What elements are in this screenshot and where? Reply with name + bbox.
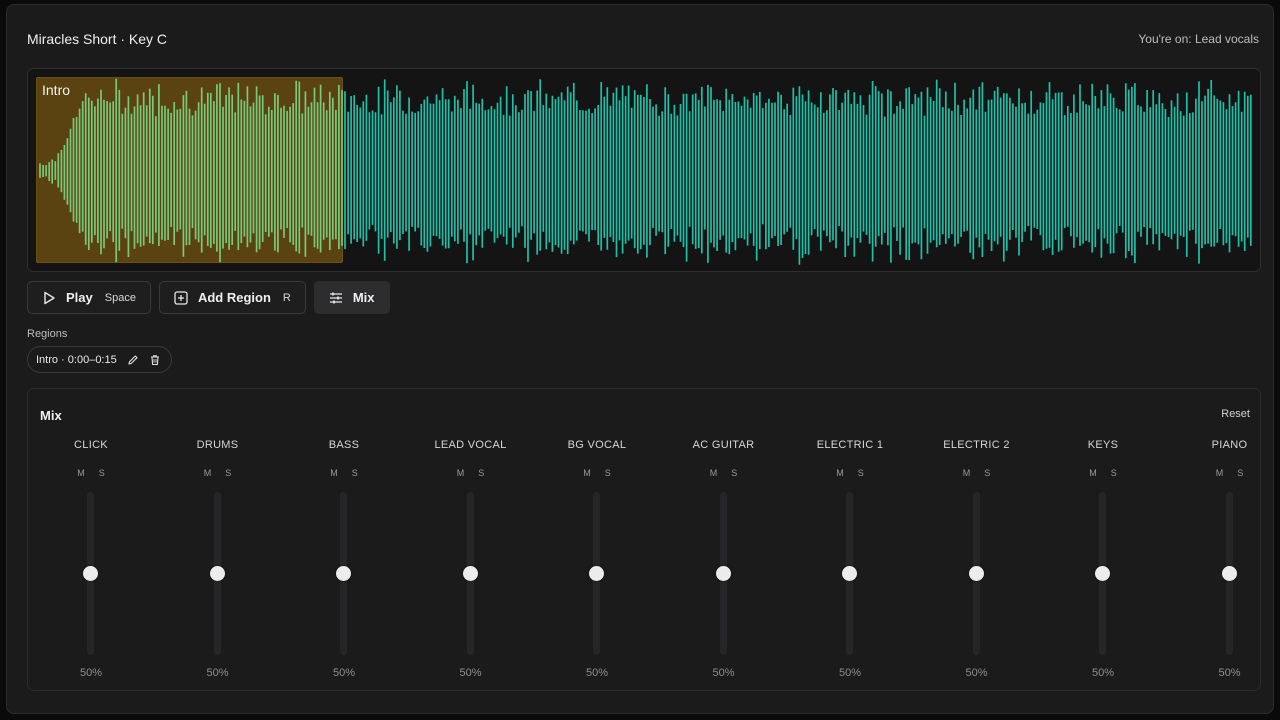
volume-fader-handle[interactable] — [336, 566, 351, 581]
mute-solo-group: MS — [1053, 468, 1153, 478]
volume-fader-handle[interactable] — [1221, 566, 1237, 581]
mute-solo-group: MS — [1180, 468, 1280, 478]
channel-strip: KEYS M S 50% — [1053, 389, 1153, 692]
solo-button[interactable]: S — [225, 468, 231, 478]
mute-button[interactable]: M — [710, 468, 718, 478]
volume-fader-handle[interactable] — [462, 566, 478, 581]
channel-strip: LEAD VOCAL M S 50% — [421, 389, 521, 692]
waveform-view[interactable]: Intro — [27, 68, 1261, 272]
mute-solo-group: MS — [927, 468, 1027, 478]
volume-value: 50% — [965, 667, 988, 679]
channel-name: BG VOCAL — [567, 439, 627, 451]
volume-fader-handle[interactable] — [715, 566, 731, 581]
channel-strip: BASS M S 50% — [294, 389, 394, 692]
play-label: Play — [66, 290, 93, 305]
mute-solo-group: MS — [41, 468, 141, 478]
channel-name: ELECTRIC 1 — [816, 439, 884, 451]
play-shortcut: Space — [104, 291, 136, 304]
volume-value: 50% — [1218, 667, 1241, 679]
add-region-button[interactable]: Add Region R — [158, 281, 306, 314]
mix-label: Mix — [352, 290, 375, 305]
volume-value: 50% — [585, 667, 609, 679]
volume-value: 50% — [838, 667, 862, 679]
sliders-icon — [329, 292, 342, 303]
channel-name: CLICK — [74, 439, 108, 451]
mute-solo-group: MS — [800, 468, 900, 478]
pencil-icon[interactable] — [127, 354, 139, 366]
waveform[interactable] — [28, 69, 1261, 272]
volume-value: 50% — [206, 667, 229, 679]
channel-strip: ELECTRIC 1 M S 50% — [800, 389, 900, 692]
channel-name: LEAD VOCAL — [434, 439, 507, 451]
channel-strip: BG VOCAL M S 50% — [547, 389, 647, 692]
volume-value: 50% — [459, 667, 482, 679]
volume-value: 50% — [79, 667, 103, 679]
plus-square-icon — [174, 290, 188, 305]
song-title: Miracles Short · Key C — [27, 31, 168, 47]
volume-fader-handle[interactable] — [1095, 566, 1110, 581]
mute-button[interactable]: M — [1216, 468, 1224, 478]
trash-icon[interactable] — [149, 354, 161, 366]
app-window: Miracles Short · Key C You're on: Lead v… — [6, 4, 1274, 714]
channel-name: ELECTRIC 2 — [943, 439, 1010, 451]
channel-name: KEYS — [1087, 439, 1119, 451]
mute-solo-group: MS — [294, 468, 394, 478]
play-icon — [44, 291, 55, 304]
solo-button[interactable]: S — [478, 468, 484, 478]
solo-button[interactable]: S — [352, 468, 358, 478]
channel-name: BASS — [328, 439, 360, 451]
channel-strip: PIANO M S 50% — [1180, 389, 1280, 692]
header: Miracles Short · Key C You're on: Lead v… — [27, 29, 1259, 49]
volume-value: 50% — [712, 667, 735, 679]
solo-button[interactable]: S — [1237, 468, 1243, 478]
volume-fader-handle[interactable] — [968, 566, 984, 581]
channel-name: PIANO — [1211, 439, 1248, 451]
solo-button[interactable]: S — [858, 468, 864, 478]
current-part-label: You're on: Lead vocals — [1138, 32, 1259, 46]
channel-name: DRUMS — [196, 439, 239, 451]
mute-solo-group: MS — [547, 468, 647, 478]
mute-button[interactable]: M — [963, 468, 971, 478]
region-chip-label: Intro · 0:00–0:15 — [36, 353, 117, 366]
volume-fader-handle[interactable] — [842, 566, 857, 581]
mute-button[interactable]: M — [77, 468, 85, 478]
mute-button[interactable]: M — [204, 468, 212, 478]
add-region-label: Add Region — [197, 290, 271, 305]
mute-button[interactable]: M — [1089, 468, 1097, 478]
volume-value: 50% — [1091, 667, 1115, 679]
mute-button[interactable]: M — [457, 468, 465, 478]
channel-name: AC GUITAR — [692, 439, 755, 451]
channel-strip: CLICK M S 50% — [41, 389, 141, 692]
volume-fader-handle[interactable] — [209, 566, 225, 581]
channel-strip: ELECTRIC 2 M S 50% — [927, 389, 1027, 692]
mix-panel: Mix Reset CLICK M S 50% DRUMS M S 50% BASS M S 50% L… — [27, 388, 1261, 691]
mute-solo-group: MS — [674, 468, 774, 478]
solo-button[interactable]: S — [1111, 468, 1117, 478]
play-button[interactable]: Play Space — [27, 281, 151, 314]
channel-strip: AC GUITAR M S 50% — [674, 389, 774, 692]
solo-button[interactable]: S — [731, 468, 737, 478]
region-chip-intro[interactable]: Intro · 0:00–0:15 — [27, 346, 172, 373]
volume-value: 50% — [332, 667, 356, 679]
solo-button[interactable]: S — [605, 468, 611, 478]
solo-button[interactable]: S — [984, 468, 990, 478]
mix-button[interactable]: Mix — [313, 281, 390, 314]
mute-button[interactable]: M — [330, 468, 338, 478]
add-region-shortcut: R — [282, 291, 291, 304]
mute-button[interactable]: M — [836, 468, 844, 478]
regions-heading: Regions — [27, 328, 68, 340]
solo-button[interactable]: S — [99, 468, 105, 478]
toolbar: Play Space Add Region R Mix — [27, 281, 390, 316]
volume-fader-handle[interactable] — [589, 566, 604, 581]
mute-solo-group: MS — [168, 468, 268, 478]
mute-button[interactable]: M — [583, 468, 591, 478]
channel-strip: DRUMS M S 50% — [168, 389, 268, 692]
region-intro-label: Intro — [42, 82, 71, 98]
mute-solo-group: MS — [421, 468, 521, 478]
volume-fader-handle[interactable] — [83, 566, 98, 581]
